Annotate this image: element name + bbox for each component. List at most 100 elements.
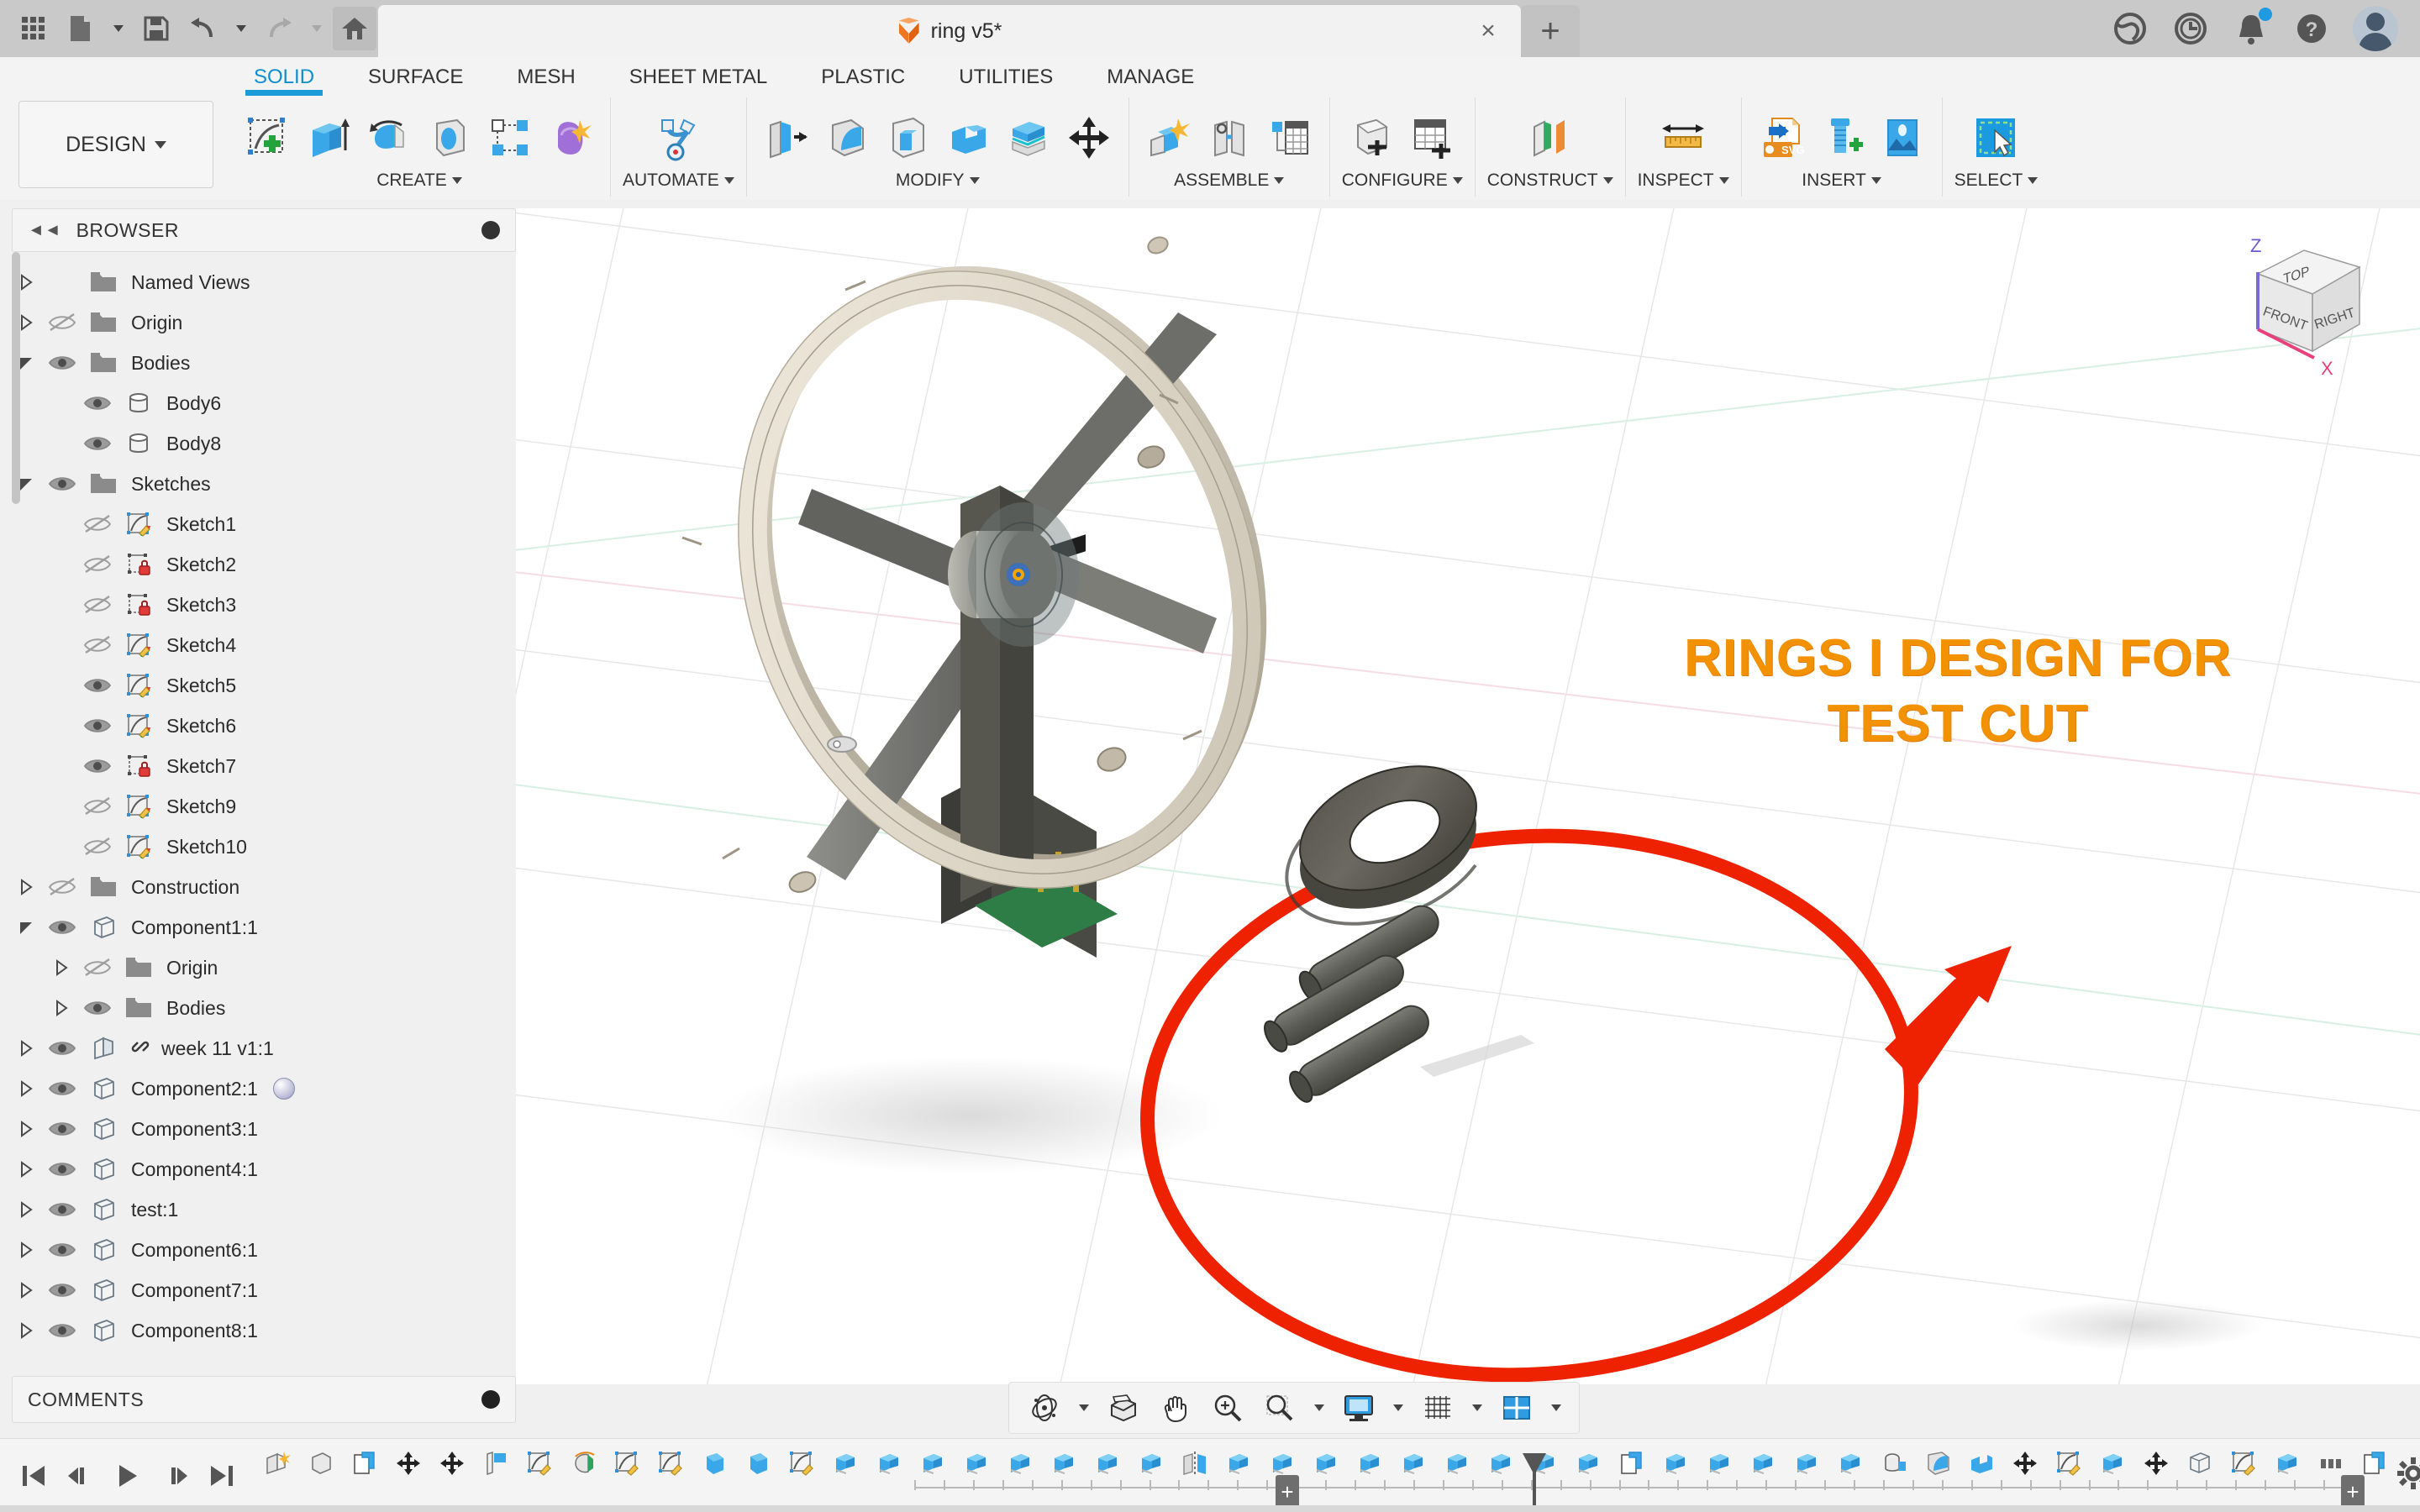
combine-icon[interactable]: [940, 108, 996, 168]
timeline-feature[interactable]: [1916, 1439, 1960, 1488]
visibility-eye-icon[interactable]: [40, 473, 84, 495]
timeline-feature[interactable]: [2178, 1439, 2222, 1488]
timeline-feature[interactable]: [649, 1439, 692, 1488]
timeline-feature[interactable]: [736, 1439, 780, 1488]
visibility-eye-icon[interactable]: [40, 312, 84, 333]
timeline-feature[interactable]: [605, 1439, 649, 1488]
browser-row[interactable]: Component2:1: [12, 1068, 516, 1109]
chevron-down-icon[interactable]: [1387, 1386, 1409, 1430]
new-file-icon[interactable]: [59, 7, 103, 50]
shell-icon[interactable]: [880, 108, 935, 168]
expander-triangle-icon[interactable]: [12, 878, 40, 896]
ribbon-tab-surface[interactable]: SURFACE: [341, 57, 490, 97]
browser-row[interactable]: Origin: [12, 302, 516, 343]
ribbon-tab-solid[interactable]: SOLID: [227, 57, 341, 97]
browser-row[interactable]: Sketch4: [12, 625, 516, 665]
browser-row[interactable]: Sketch5: [12, 665, 516, 706]
press-pull-icon[interactable]: [759, 108, 814, 168]
orbit-icon[interactable]: [1021, 1386, 1068, 1430]
visibility-eye-icon[interactable]: [40, 876, 84, 898]
ribbon-tab-utilities[interactable]: UTILITIES: [932, 57, 1080, 97]
job-status-clock-icon[interactable]: [2171, 9, 2210, 48]
browser-row[interactable]: Component4:1: [12, 1149, 516, 1189]
timeline-expand-left-button[interactable]: +: [1276, 1475, 1299, 1509]
timeline-feature[interactable]: [911, 1439, 955, 1488]
timeline-marker[interactable]: [1523, 1453, 1546, 1475]
visibility-eye-icon[interactable]: [40, 916, 84, 938]
visibility-eye-icon[interactable]: [76, 594, 119, 616]
timeline-feature[interactable]: [343, 1439, 387, 1488]
bom-icon[interactable]: [1262, 108, 1318, 168]
redo-dropdown-caret-icon[interactable]: [304, 7, 329, 50]
create-sketch-icon[interactable]: [240, 108, 296, 168]
user-avatar[interactable]: [2353, 6, 2398, 51]
browser-row[interactable]: Sketch7: [12, 746, 516, 786]
close-icon[interactable]: ×: [1474, 17, 1502, 45]
chevron-down-icon[interactable]: [1308, 1386, 1330, 1430]
timeline-feature[interactable]: [1697, 1439, 1741, 1488]
browser-row[interactable]: Sketch1: [12, 504, 516, 544]
visibility-eye-icon[interactable]: [40, 1239, 84, 1261]
ribbon-tab-plastic[interactable]: PLASTIC: [794, 57, 932, 97]
sweep-icon[interactable]: [422, 108, 477, 168]
timeline-feature[interactable]: [561, 1439, 605, 1488]
visibility-eye-icon[interactable]: [76, 715, 119, 737]
expander-triangle-icon[interactable]: [12, 1321, 40, 1340]
browser-options-icon[interactable]: [481, 221, 500, 239]
timeline-go-to-end-icon[interactable]: [200, 1452, 244, 1499]
expander-triangle-icon[interactable]: [12, 1200, 40, 1219]
timeline-go-to-beginning-icon[interactable]: [12, 1452, 55, 1499]
expander-triangle-icon[interactable]: [47, 958, 76, 977]
timeline-feature[interactable]: [2134, 1439, 2178, 1488]
workspace-switcher[interactable]: DESIGN: [18, 101, 213, 188]
timeline-feature[interactable]: [474, 1439, 518, 1488]
visibility-eye-icon[interactable]: [76, 997, 119, 1019]
visibility-eye-icon[interactable]: [76, 392, 119, 414]
browser-row[interactable]: Origin: [12, 948, 516, 988]
browser-row[interactable]: Bodies: [12, 988, 516, 1028]
timeline-feature[interactable]: [1828, 1439, 1872, 1488]
chevron-down-icon[interactable]: [1545, 1386, 1567, 1430]
visibility-eye-icon[interactable]: [40, 1078, 84, 1100]
timeline-feature[interactable]: [1654, 1439, 1697, 1488]
chevron-down-icon[interactable]: [1073, 1386, 1095, 1430]
timeline-feature[interactable]: [1872, 1439, 1916, 1488]
expander-triangle-icon[interactable]: [12, 1281, 40, 1299]
visibility-eye-icon[interactable]: [76, 513, 119, 535]
browser-row[interactable]: Sketch10: [12, 827, 516, 867]
joint-icon[interactable]: [1202, 108, 1257, 168]
document-tab[interactable]: ring v5* ×: [378, 5, 1521, 57]
visibility-eye-icon[interactable]: [40, 1118, 84, 1140]
expander-triangle-icon[interactable]: [12, 918, 40, 937]
visibility-eye-icon[interactable]: [76, 634, 119, 656]
app-grid-icon[interactable]: [12, 7, 55, 50]
browser-row[interactable]: Component6:1: [12, 1230, 516, 1270]
timeline-feature[interactable]: [2091, 1439, 2134, 1488]
visibility-eye-icon[interactable]: [40, 1199, 84, 1221]
comments-panel[interactable]: COMMENTS: [12, 1376, 516, 1423]
timeline-feature[interactable]: [255, 1439, 299, 1488]
timeline-feature[interactable]: [823, 1439, 867, 1488]
select-window-icon[interactable]: [1960, 108, 2031, 168]
timeline-feature[interactable]: [1086, 1439, 1129, 1488]
timeline-feature[interactable]: [1785, 1439, 1828, 1488]
timeline-feature[interactable]: [692, 1439, 736, 1488]
help-icon[interactable]: ?: [2292, 9, 2331, 48]
visibility-eye-icon[interactable]: [40, 352, 84, 374]
timeline-feature[interactable]: [780, 1439, 823, 1488]
browser-row[interactable]: Body8: [12, 423, 516, 464]
visibility-eye-icon[interactable]: [76, 957, 119, 979]
insert-svg-icon[interactable]: SVG: [1754, 108, 1809, 168]
automate-icon[interactable]: [643, 108, 713, 168]
browser-scrollbar[interactable]: [12, 252, 20, 504]
extrude-icon[interactable]: [301, 108, 356, 168]
collapse-left-icon[interactable]: ◄◄: [28, 221, 61, 240]
home-icon[interactable]: [333, 7, 376, 50]
browser-row[interactable]: Sketch9: [12, 786, 516, 827]
measure-icon[interactable]: [1648, 108, 1718, 168]
insert-mcmaster-icon[interactable]: [1814, 108, 1870, 168]
timeline-feature[interactable]: [1129, 1439, 1173, 1488]
horizontal-scrollbar[interactable]: [0, 1505, 2420, 1512]
undo-icon[interactable]: [182, 7, 225, 50]
visibility-eye-icon[interactable]: [76, 836, 119, 858]
